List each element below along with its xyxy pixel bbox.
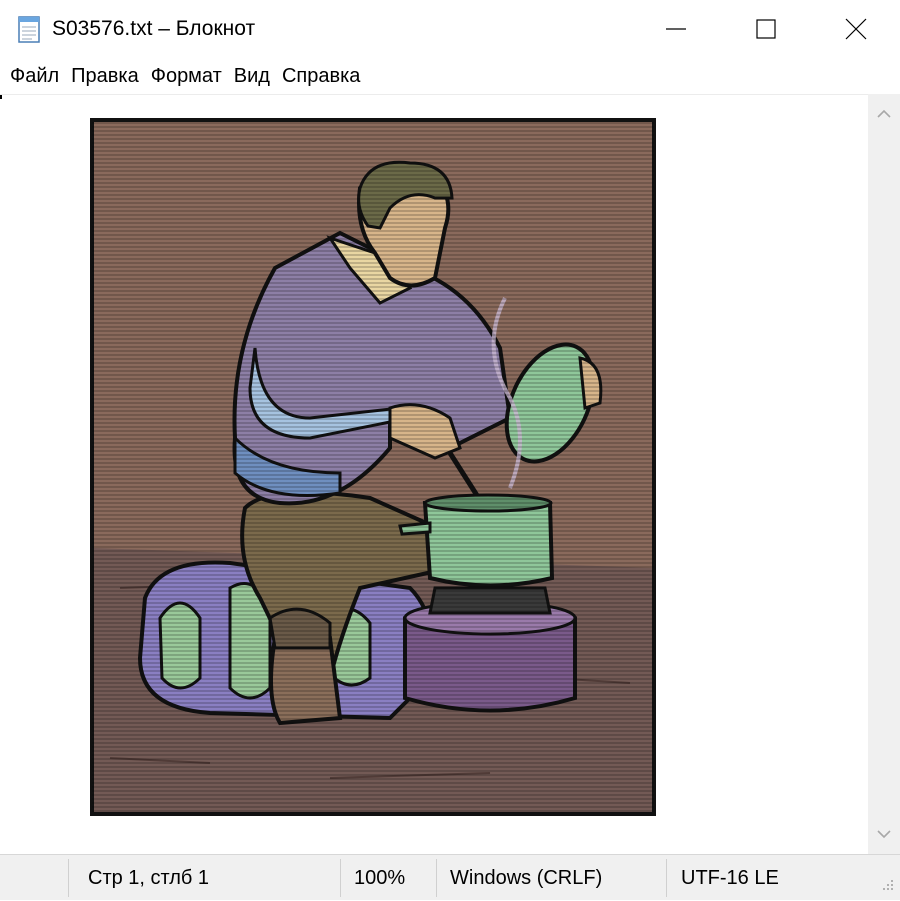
scroll-down-icon[interactable]: [876, 826, 892, 842]
status-cursor-position: Стр 1, стлб 1: [88, 867, 210, 889]
close-icon: [845, 18, 867, 40]
status-zoom: 100%: [354, 867, 406, 889]
menu-bar: Файл Правка Формат Вид Справка: [0, 58, 900, 94]
maximize-icon: [756, 19, 776, 39]
menu-help[interactable]: Справка: [276, 61, 366, 91]
ascii-art-image: [90, 118, 656, 816]
resize-grip-icon[interactable]: [876, 877, 896, 897]
status-line-endings: Windows (CRLF): [450, 867, 603, 889]
title-bar: S03576.txt – Блокнот: [0, 0, 900, 58]
status-encoding: UTF-16 LE: [681, 867, 779, 889]
status-separator: [68, 859, 69, 897]
menu-file[interactable]: Файл: [4, 61, 65, 91]
menu-format[interactable]: Формат: [145, 61, 228, 91]
minimize-button[interactable]: [630, 0, 722, 58]
text-caret: [0, 95, 2, 99]
vertical-scrollbar[interactable]: [868, 94, 900, 854]
status-bar: Стр 1, стлб 1 100% Windows (CRLF) UTF-16…: [0, 854, 900, 900]
status-separator: [340, 859, 341, 897]
scroll-up-icon[interactable]: [876, 106, 892, 122]
status-separator: [436, 859, 437, 897]
maximize-button[interactable]: [720, 0, 812, 58]
window-title: S03576.txt – Блокнот: [52, 17, 256, 40]
menu-edit[interactable]: Правка: [65, 61, 145, 91]
menu-view[interactable]: Вид: [228, 61, 276, 91]
close-button[interactable]: [810, 0, 900, 58]
minimize-icon: [666, 28, 686, 30]
status-separator: [666, 859, 667, 897]
notepad-icon: [18, 16, 40, 43]
